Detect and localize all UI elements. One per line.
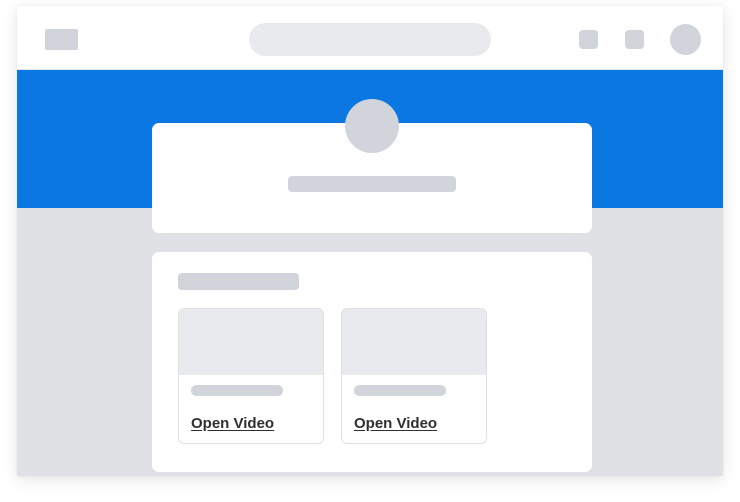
top-bar: [17, 6, 723, 70]
video-thumbnail[interactable]: [179, 309, 323, 375]
open-video-link[interactable]: Open Video: [354, 415, 437, 432]
video-card: Open Video: [178, 308, 324, 444]
video-thumbnail[interactable]: [342, 309, 486, 375]
section-title-placeholder: [178, 273, 299, 290]
user-avatar-icon[interactable]: [670, 24, 701, 55]
video-card: Open Video: [341, 308, 487, 444]
open-video-link[interactable]: Open Video: [191, 415, 274, 432]
search-input[interactable]: [249, 23, 491, 56]
square-icon[interactable]: [625, 30, 644, 49]
videos-card: Open Video Open Video: [152, 252, 592, 472]
video-title-placeholder: [191, 385, 283, 396]
square-icon[interactable]: [579, 30, 598, 49]
profile-name-placeholder: [288, 176, 456, 192]
logo-icon[interactable]: [45, 29, 78, 50]
profile-avatar-icon: [345, 99, 399, 153]
video-title-placeholder: [354, 385, 446, 396]
browser-window: Open Video Open Video: [17, 6, 723, 476]
